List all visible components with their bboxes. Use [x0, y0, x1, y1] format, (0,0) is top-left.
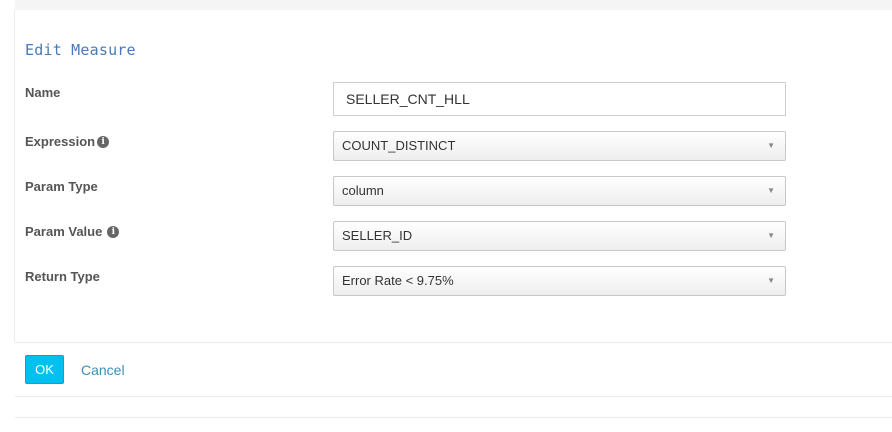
expression-select[interactable]: COUNT_DISTINCT ▼ [333, 131, 786, 161]
edit-measure-page: Edit Measure Name Expression i COUNT_DIS… [0, 0, 892, 432]
param-value-label: Param Value i [25, 224, 120, 239]
param-value-select[interactable]: SELLER_ID ▼ [333, 221, 786, 251]
cancel-link[interactable]: Cancel [81, 362, 125, 378]
panel-border [14, 10, 15, 342]
footer-divider [15, 342, 892, 343]
info-icon[interactable]: i [107, 225, 120, 238]
panel-title: Edit Measure [25, 41, 136, 59]
ok-button[interactable]: OK [25, 355, 64, 384]
expression-label: Expression i [25, 134, 110, 149]
param-type-select[interactable]: column ▼ [333, 176, 786, 206]
return-type-select[interactable]: Error Rate < 9.75% ▼ [333, 266, 786, 296]
name-label: Name [25, 85, 60, 100]
expression-label-text: Expression [25, 134, 96, 149]
return-type-label: Return Type [25, 269, 100, 284]
ok-button-label: OK [35, 362, 54, 377]
return-type-selected: Error Rate < 9.75% [342, 273, 454, 288]
param-type-label: Param Type [25, 179, 98, 194]
return-type-label-text: Return Type [25, 269, 100, 284]
bottom-divider [15, 396, 892, 397]
dropdown-caret-icon: ▼ [767, 231, 775, 240]
dropdown-caret-icon: ▼ [767, 276, 775, 285]
bottom-divider-2 [15, 417, 892, 418]
name-label-text: Name [25, 85, 61, 100]
info-icon[interactable]: i [97, 135, 110, 148]
top-strip [15, 0, 892, 10]
dropdown-caret-icon: ▼ [767, 186, 775, 195]
param-type-label-text: Param Type [25, 179, 98, 194]
param-type-selected: column [342, 183, 384, 198]
dropdown-caret-icon: ▼ [767, 141, 775, 150]
param-value-label-text: Param Value [25, 224, 103, 239]
param-value-selected: SELLER_ID [342, 228, 413, 243]
name-input[interactable] [333, 82, 786, 116]
expression-selected: COUNT_DISTINCT [342, 138, 456, 153]
